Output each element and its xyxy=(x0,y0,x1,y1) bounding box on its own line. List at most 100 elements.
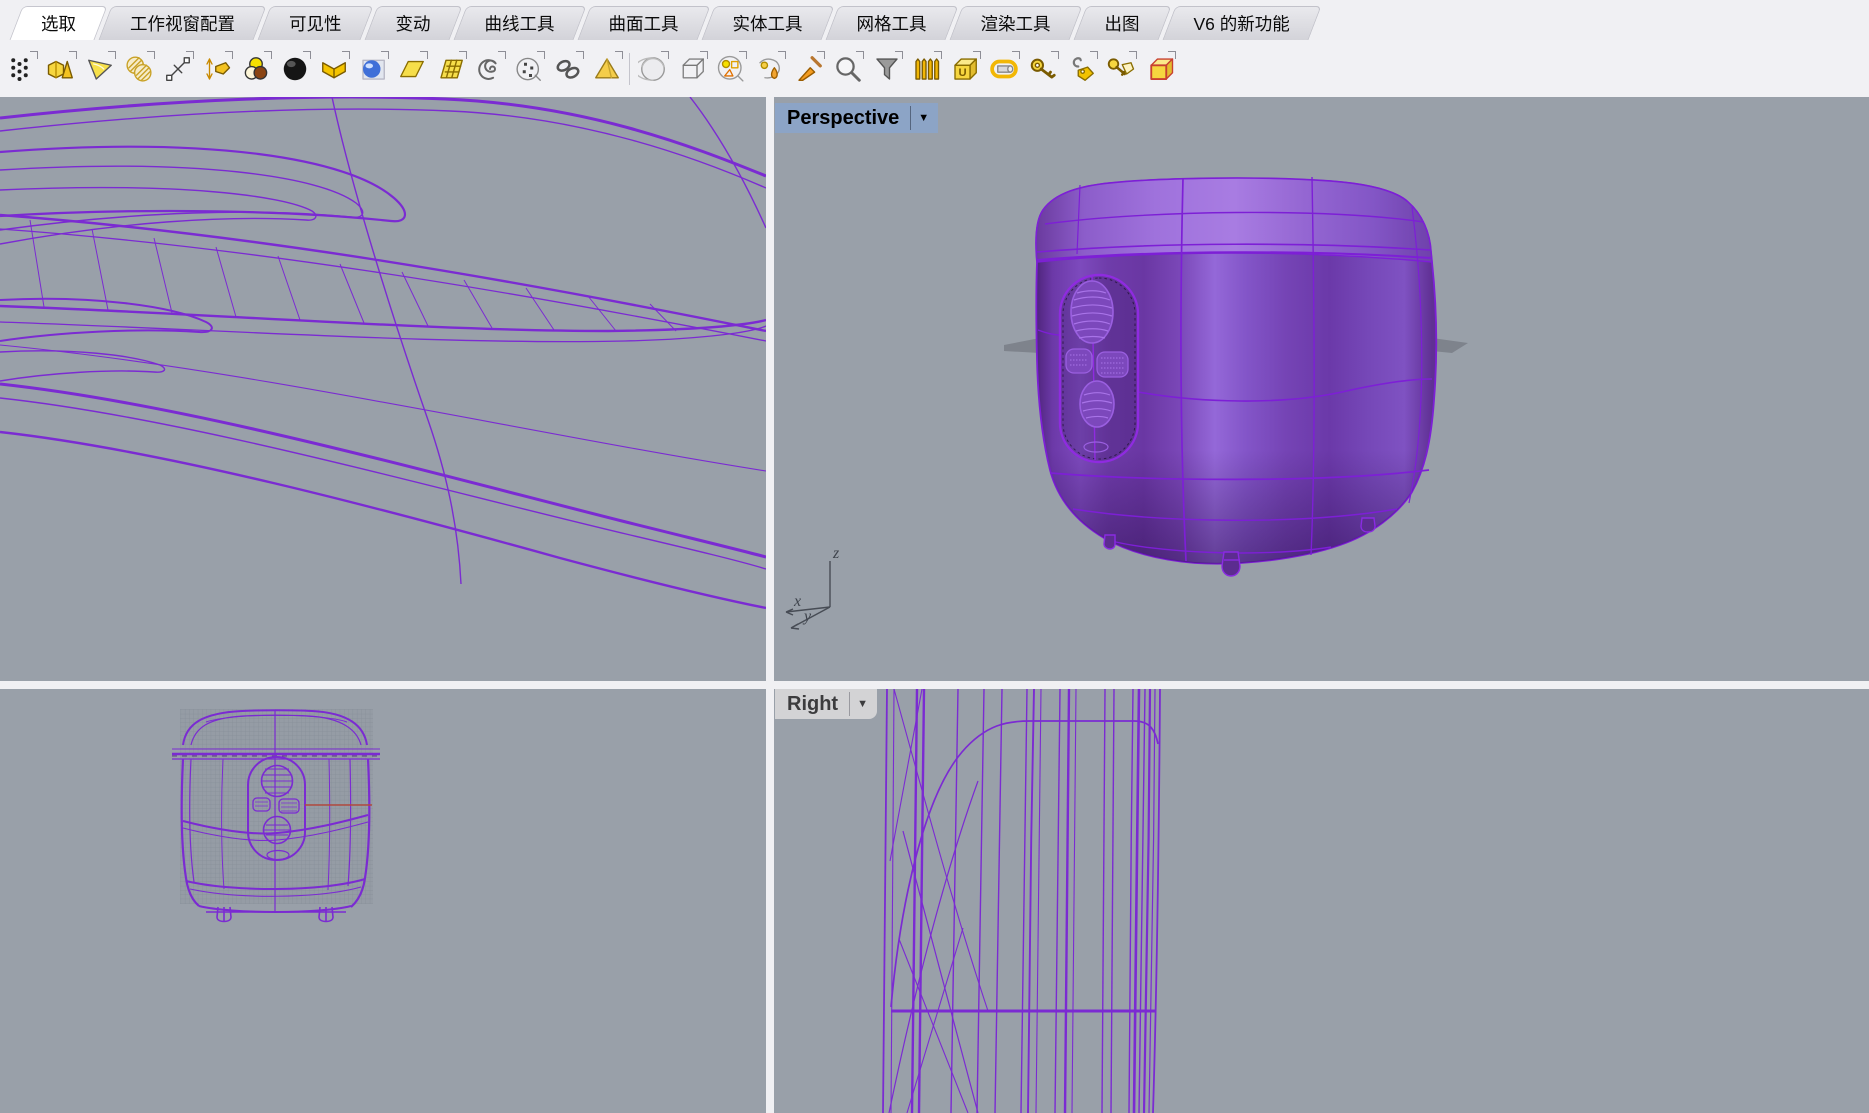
tab-label: 曲面工具 xyxy=(609,11,679,36)
top-left-wireframe-canvas[interactable] xyxy=(0,97,766,681)
three-color-circles-icon[interactable] xyxy=(236,48,275,90)
hatched-circles-icon[interactable] xyxy=(119,48,158,90)
control-points-arrows-icon[interactable] xyxy=(158,48,197,90)
tab-label: 可见性 xyxy=(289,11,342,36)
viewport-dropdown-icon[interactable]: ▼ xyxy=(918,113,938,124)
toolbar-separator xyxy=(629,53,630,85)
perspective-canvas[interactable]: z x y xyxy=(774,97,1869,681)
axis-label-x: x xyxy=(793,593,801,610)
tab-viewport-layout[interactable]: 工作视窗配置 xyxy=(105,6,260,40)
tab-v6-new-features[interactable]: V6 的新功能 xyxy=(1169,6,1315,40)
flyout-corner-mark xyxy=(459,51,467,59)
flyout-corner-mark xyxy=(1051,51,1059,59)
flyout-corner-mark xyxy=(615,51,623,59)
pyramid-icon[interactable] xyxy=(587,48,626,90)
viewport-top-left[interactable] xyxy=(0,97,766,681)
tab-render-tools[interactable]: 渲染工具 xyxy=(956,6,1076,40)
blue-sphere-block-icon[interactable] xyxy=(353,48,392,90)
open-box-icon[interactable] xyxy=(314,48,353,90)
flyout-corner-mark xyxy=(147,51,155,59)
flyout-corner-mark xyxy=(895,51,903,59)
tab-drafting[interactable]: 出图 xyxy=(1080,6,1165,40)
magnifier-icon[interactable] xyxy=(828,48,867,90)
svg-text:U: U xyxy=(958,66,966,78)
tab-surface-tools[interactable]: 曲面工具 xyxy=(584,6,704,40)
flyout-corner-mark xyxy=(1090,51,1098,59)
flyout-corner-mark xyxy=(973,51,981,59)
viewport-perspective[interactable]: z x y Perspective ▼ xyxy=(774,97,1869,681)
black-sphere-icon[interactable] xyxy=(275,48,314,90)
rhino-window: 选取 工作视窗配置 可见性 变动曲线工具 曲面工具 实体工具 网格工具 渲染工具出图 V6 的新… xyxy=(0,0,1869,1113)
tab-label: 实体工具 xyxy=(733,11,803,36)
key-icon[interactable] xyxy=(1023,48,1062,90)
spiral-curve-icon[interactable] xyxy=(470,48,509,90)
flyout-corner-mark xyxy=(1012,51,1020,59)
tab-label: 选取 xyxy=(41,11,76,36)
tab-bar: 选取 工作视窗配置 可见性 变动曲线工具 曲面工具 实体工具 网格工具 渲染工具出图 V6 的新… xyxy=(0,0,1869,40)
glass-cube-icon[interactable] xyxy=(672,48,711,90)
viewport-front[interactable] xyxy=(0,689,766,1113)
right-wireframe xyxy=(883,689,1160,1113)
ring-cylinder-icon[interactable] xyxy=(984,48,1023,90)
toolbar: U xyxy=(0,40,1869,97)
tab-label: 网格工具 xyxy=(857,11,927,36)
box-and-cone-icon[interactable] xyxy=(41,48,80,90)
hook-tag-icon[interactable] xyxy=(1062,48,1101,90)
flyout-corner-mark xyxy=(934,51,942,59)
flyout-corner-mark xyxy=(225,51,233,59)
tab-transform[interactable]: 变动 xyxy=(371,6,456,40)
wireframe-curves xyxy=(0,97,766,608)
viewport-label-text[interactable]: Right xyxy=(787,693,838,716)
flyout-corner-mark xyxy=(537,51,545,59)
viewport-label-perspective[interactable]: Perspective ▼ xyxy=(775,103,938,133)
flyout-corner-mark xyxy=(108,51,116,59)
white-sphere-icon[interactable] xyxy=(633,48,672,90)
dimension-hand-icon[interactable] xyxy=(197,48,236,90)
tab-select[interactable]: 选取 xyxy=(16,6,101,40)
fence-icon[interactable] xyxy=(906,48,945,90)
key-tag-icon[interactable] xyxy=(1101,48,1140,90)
flyout-corner-mark xyxy=(264,51,272,59)
flyout-corner-mark xyxy=(69,51,77,59)
tab-label: 工作视窗配置 xyxy=(130,11,235,36)
flyout-corner-mark xyxy=(817,51,825,59)
flyout-corner-mark xyxy=(700,51,708,59)
viewport-right[interactable]: Right ▼ xyxy=(774,689,1869,1113)
rice-cooker-model[interactable] xyxy=(1030,177,1440,576)
flyout-corner-mark xyxy=(30,51,38,59)
cone-wedge-icon[interactable] xyxy=(80,48,119,90)
tab-visibility[interactable]: 可见性 xyxy=(264,6,367,40)
curve-droplet-icon[interactable] xyxy=(750,48,789,90)
viewport-label-right[interactable]: Right ▼ xyxy=(775,689,877,719)
dots-grid-icon[interactable] xyxy=(2,48,41,90)
axis-gizmo: z x y xyxy=(786,545,840,629)
tab-label: V6 的新功能 xyxy=(1194,11,1290,36)
viewport-dropdown-icon[interactable]: ▼ xyxy=(857,699,877,710)
tab-solid-tools[interactable]: 实体工具 xyxy=(708,6,828,40)
yellow-plane-icon[interactable] xyxy=(392,48,431,90)
flyout-corner-mark xyxy=(186,51,194,59)
u-box-icon[interactable]: U xyxy=(945,48,984,90)
flyout-corner-mark xyxy=(1129,51,1137,59)
right-view-canvas[interactable] xyxy=(774,689,1869,1113)
viewport-area: z x y Perspective ▼ xyxy=(0,97,1869,1113)
red-frame-box-icon[interactable] xyxy=(1140,48,1179,90)
point-cloud-icon[interactable] xyxy=(509,48,548,90)
chain-links-icon[interactable] xyxy=(548,48,587,90)
flyout-corner-mark xyxy=(739,51,747,59)
front-view-canvas[interactable] xyxy=(0,689,766,1113)
flyout-corner-mark xyxy=(381,51,389,59)
control-panel[interactable] xyxy=(1060,275,1138,462)
flyout-corner-mark xyxy=(856,51,864,59)
label-separator xyxy=(849,692,850,716)
axis-label-z: z xyxy=(832,545,840,562)
tab-curve-tools[interactable]: 曲线工具 xyxy=(460,6,580,40)
flyout-corner-mark xyxy=(498,51,506,59)
viewport-label-text[interactable]: Perspective xyxy=(787,107,899,130)
shapes-lens-icon[interactable] xyxy=(711,48,750,90)
funnel-filter-icon[interactable] xyxy=(867,48,906,90)
mesh-grid-icon[interactable] xyxy=(431,48,470,90)
paintbrush-icon[interactable] xyxy=(789,48,828,90)
tab-mesh-tools[interactable]: 网格工具 xyxy=(832,6,952,40)
button-pill-left[interactable] xyxy=(1066,349,1092,373)
